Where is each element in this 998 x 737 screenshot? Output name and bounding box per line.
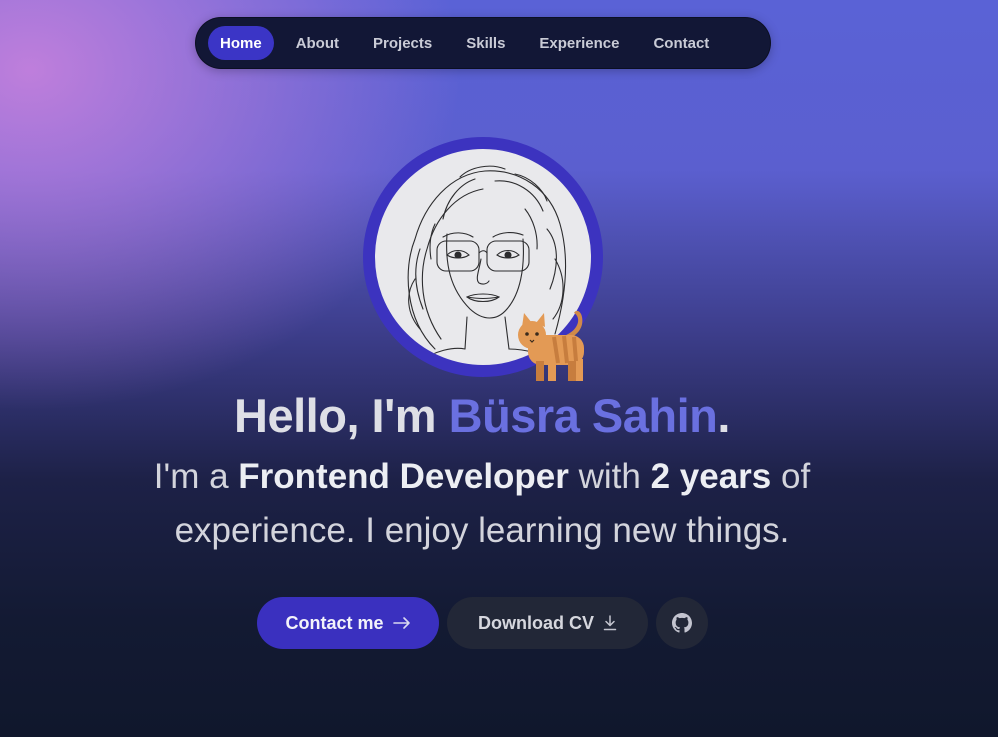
nav-contact[interactable]: Contact [641, 26, 721, 60]
github-icon [672, 613, 692, 633]
download-cv-label: Download CV [478, 612, 594, 633]
nav-projects[interactable]: Projects [361, 26, 444, 60]
contact-me-label: Contact me [285, 612, 384, 633]
headline-period: . [717, 389, 730, 442]
headline-name: Büsra Sahin [448, 389, 718, 442]
nav-home[interactable]: Home [208, 26, 274, 60]
hero-headline: Hello, I'm Büsra Sahin. [0, 388, 964, 443]
top-navigation: Home About Projects Skills Experience Co… [195, 17, 771, 69]
download-cv-button[interactable]: Download CV [447, 597, 648, 649]
contact-me-button[interactable]: Contact me [257, 597, 439, 649]
nav-experience[interactable]: Experience [527, 26, 631, 60]
nav-skills[interactable]: Skills [454, 26, 517, 60]
arrow-right-icon [392, 616, 411, 630]
intro-years: 2 years [650, 457, 772, 496]
intro-part-2: with [568, 457, 651, 496]
github-button[interactable] [656, 597, 708, 649]
intro-role: Frontend Developer [238, 457, 569, 496]
cat-icon [518, 310, 584, 381]
nav-about[interactable]: About [284, 26, 351, 60]
download-icon [603, 615, 617, 631]
headline-greeting: Hello, I'm [234, 389, 449, 442]
intro-part-1: I'm a [153, 457, 239, 496]
hero-intro: I'm a Frontend Developer with 2 years of… [128, 450, 836, 558]
